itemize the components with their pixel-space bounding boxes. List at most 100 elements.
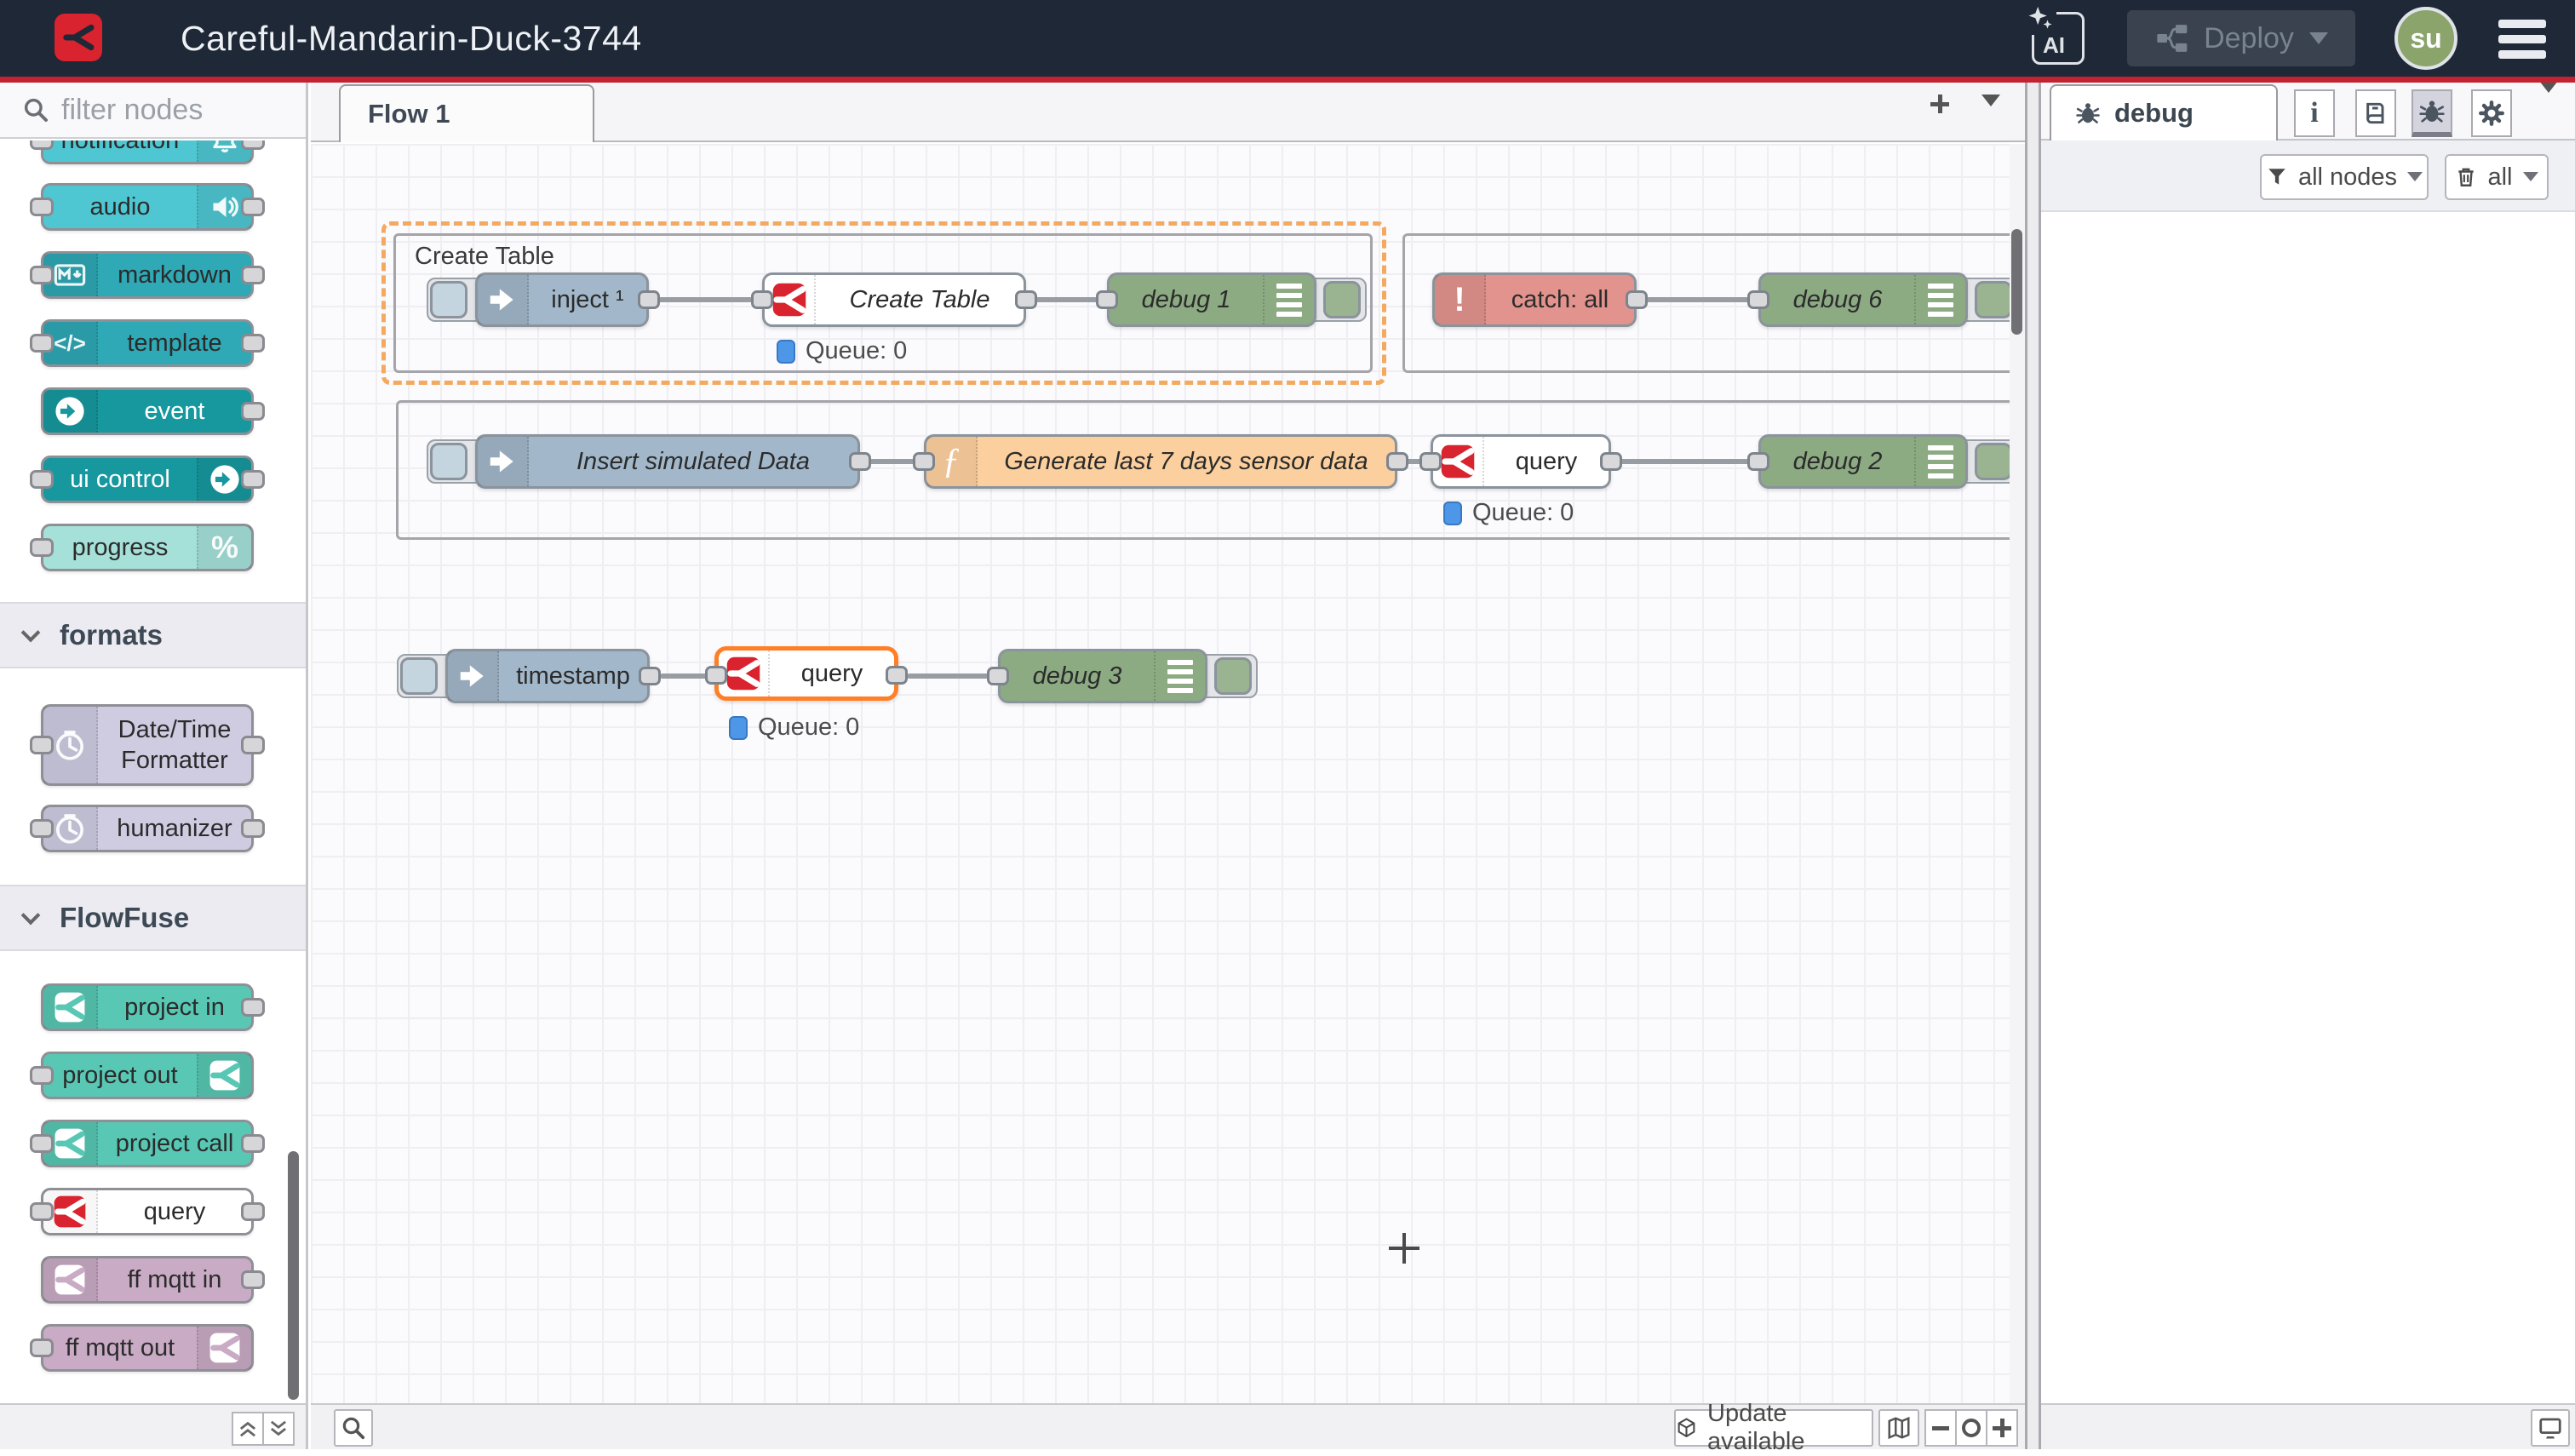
flow-canvas[interactable]: Create Table inject ¹ Create Table Queue…: [311, 144, 2010, 1403]
debug-toggle-button[interactable]: [1323, 281, 1361, 318]
collapse-all-button[interactable]: [232, 1412, 264, 1446]
palette-filter-input[interactable]: [61, 94, 274, 127]
debug-clear-button[interactable]: all: [2445, 154, 2549, 200]
palette-node-project-in[interactable]: project in: [41, 983, 254, 1031]
palette-node-humanizer[interactable]: humanizer: [41, 805, 254, 852]
inject-trigger-button[interactable]: [430, 281, 467, 318]
node-label: debug 2: [1761, 437, 1914, 486]
output-port[interactable]: [638, 290, 660, 309]
node-create-table[interactable]: Create Table: [762, 272, 1026, 327]
input-port[interactable]: [1419, 452, 1442, 471]
inject-trigger-button[interactable]: [430, 443, 467, 480]
zoom-in-button[interactable]: [1986, 1409, 2018, 1447]
palette-node-label: Date/Time Formatter: [98, 707, 251, 783]
node-insert-simulated-data[interactable]: Insert simulated Data: [475, 434, 860, 489]
output-port[interactable]: [849, 452, 871, 471]
sidebar-tab-debug-icon[interactable]: [2412, 89, 2452, 137]
wire[interactable]: [656, 297, 758, 302]
palette-scrollbar[interactable]: [288, 1151, 299, 1400]
avatar-initials: su: [2410, 23, 2441, 54]
palette-node-markdown[interactable]: markdown: [41, 251, 254, 299]
output-port[interactable]: [1626, 290, 1648, 309]
user-avatar[interactable]: su: [2394, 7, 2457, 70]
deploy-button[interactable]: Deploy: [2127, 10, 2355, 66]
sidebar-tab-config[interactable]: [2471, 89, 2512, 137]
sidebar-tabs-caret-icon[interactable]: [2539, 93, 2558, 108]
node-timestamp[interactable]: timestamp: [445, 649, 650, 703]
sidebar-tab-help[interactable]: [2355, 89, 2396, 137]
palette-node-project-call[interactable]: project call: [41, 1120, 254, 1167]
node-debug-6[interactable]: debug 6: [1758, 272, 1968, 327]
zoom-out-button[interactable]: [1924, 1409, 1957, 1447]
sidebar-tab-debug[interactable]: debug: [2050, 84, 2278, 140]
expand-all-button[interactable]: [262, 1412, 295, 1446]
palette-node-query[interactable]: query: [41, 1188, 254, 1235]
output-port[interactable]: [1386, 452, 1408, 471]
input-port[interactable]: [987, 667, 1009, 685]
output-port[interactable]: [1015, 290, 1037, 309]
input-port[interactable]: [913, 452, 935, 471]
ai-assistant-button[interactable]: AI: [2032, 12, 2085, 65]
debug-toggle-button[interactable]: [1975, 281, 2010, 318]
node-inject-1[interactable]: inject ¹: [475, 272, 649, 327]
output-port[interactable]: [639, 667, 661, 685]
wire[interactable]: [1646, 297, 1761, 302]
chevron-down-icon: [21, 906, 41, 926]
node-catch-all[interactable]: ! catch: all: [1432, 272, 1637, 327]
wire[interactable]: [1620, 459, 1762, 464]
output-port[interactable]: [886, 666, 908, 685]
palette-node-event[interactable]: event: [41, 387, 254, 435]
main-menu-button[interactable]: [2498, 20, 2546, 59]
canvas-vertical-scrollbar[interactable]: [2011, 229, 2022, 335]
tab-flow-1[interactable]: Flow 1: [339, 84, 594, 142]
palette-section-flowfuse[interactable]: FlowFuse: [0, 885, 306, 951]
debug-toggle-button[interactable]: [1975, 443, 2010, 480]
flow-list-caret-icon[interactable]: [1981, 106, 2000, 122]
canvas-search-button[interactable]: [334, 1409, 373, 1447]
input-port[interactable]: [1747, 290, 1769, 309]
input-port[interactable]: [1747, 452, 1769, 471]
sidebar-tab-info[interactable]: i: [2294, 89, 2335, 137]
zoom-reset-button[interactable]: [1955, 1409, 1987, 1447]
node-query-3-selected[interactable]: query: [714, 646, 898, 701]
deploy-caret-icon[interactable]: [2309, 32, 2328, 54]
input-port[interactable]: [1096, 290, 1118, 309]
node-debug-3[interactable]: debug 3: [998, 649, 1207, 703]
palette-node-template[interactable]: </> template: [41, 319, 254, 367]
canvas-gutter: [2010, 144, 2025, 1403]
wire[interactable]: [907, 674, 998, 679]
input-port[interactable]: [751, 290, 773, 309]
palette-node-notification[interactable]: notification: [41, 140, 254, 164]
status-text: Queue: 0: [806, 337, 907, 365]
flow-tabbar: Flow 1: [311, 83, 2025, 142]
flowfuse-logo[interactable]: [54, 14, 102, 61]
node-debug-2[interactable]: debug 2: [1758, 434, 1968, 489]
palette-node-progress[interactable]: progress %: [41, 524, 254, 571]
palette-section-formats[interactable]: formats: [0, 602, 306, 668]
palette-node-ff-mqtt-out[interactable]: ff mqtt out: [41, 1324, 254, 1372]
sidebar-splitter[interactable]: [2025, 83, 2041, 1449]
palette-node-label: template: [98, 322, 251, 364]
input-port[interactable]: [705, 666, 727, 685]
palette-node-ui-control[interactable]: ui control: [41, 456, 254, 503]
node-debug-1[interactable]: debug 1: [1107, 272, 1316, 327]
navigator-button[interactable]: [1878, 1409, 1919, 1447]
update-available-button[interactable]: Update available: [1674, 1409, 1873, 1447]
output-port[interactable]: [1600, 452, 1622, 471]
debug-filter-button[interactable]: all nodes: [2260, 154, 2429, 200]
palette-node-audio[interactable]: audio: [41, 183, 254, 231]
node-query-2[interactable]: query: [1431, 434, 1611, 489]
node-port: [30, 819, 54, 838]
palette-node-ff-mqtt-in[interactable]: ff mqtt in: [41, 1256, 254, 1304]
palette-node-project-out[interactable]: project out: [41, 1052, 254, 1099]
palette-node-datetime-formatter[interactable]: Date/Time Formatter: [41, 704, 254, 786]
palette-scroll-area[interactable]: notification audio markdown </> template: [0, 140, 306, 1403]
add-flow-button[interactable]: [1920, 95, 1959, 130]
open-in-window-button[interactable]: [2531, 1409, 2570, 1447]
node-generate-sensor-data[interactable]: ƒ Generate last 7 days sensor data: [924, 434, 1397, 489]
debug-toggle-button[interactable]: [1214, 657, 1252, 695]
node-status: Queue: 0: [777, 337, 907, 365]
palette-search[interactable]: [0, 83, 306, 139]
debug-messages-panel[interactable]: [2041, 214, 2575, 1403]
inject-trigger-button[interactable]: [400, 657, 438, 695]
